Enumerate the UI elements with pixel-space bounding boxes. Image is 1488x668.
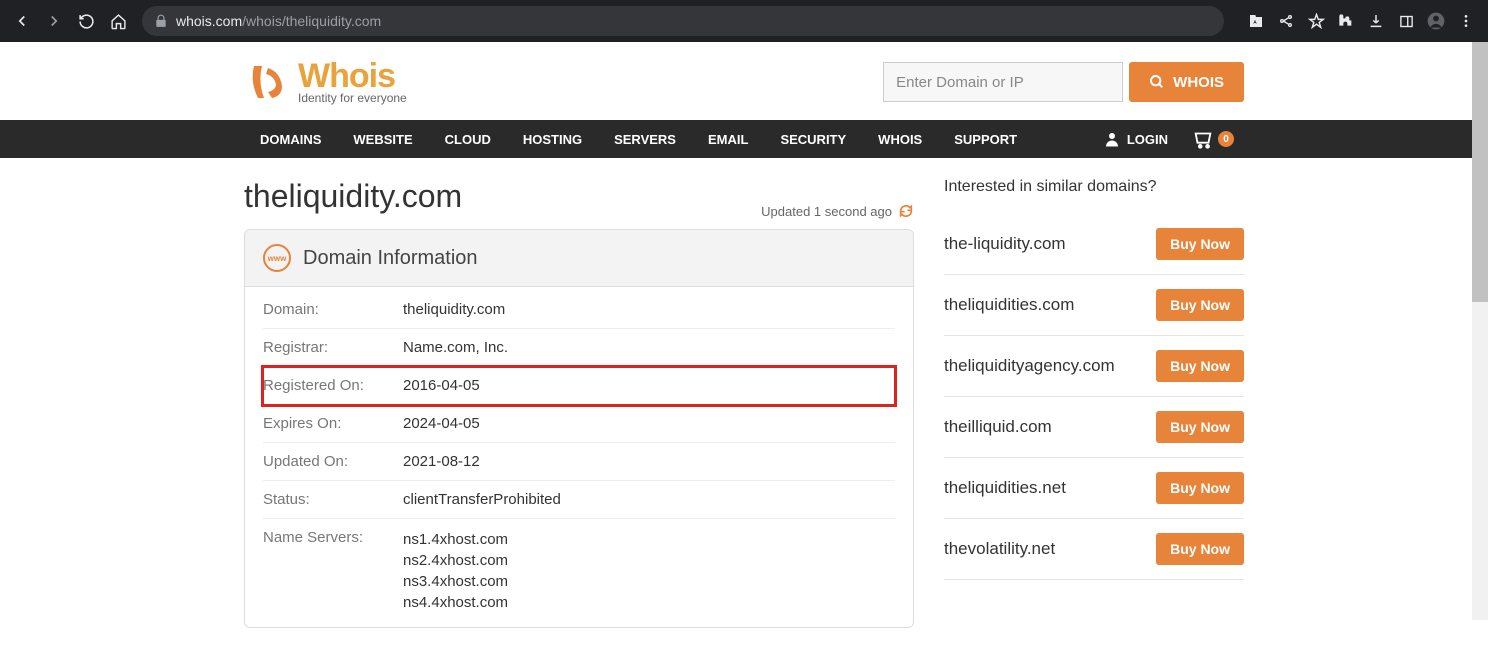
whois-search-button[interactable]: WHOIS [1129, 62, 1244, 102]
scroll-thumb[interactable] [1472, 42, 1488, 302]
cart-button[interactable]: 0 [1182, 128, 1244, 150]
site-header: Whois Identity for everyone WHOIS [244, 42, 1244, 120]
info-label: Updated On: [263, 453, 403, 470]
similar-domain-row: the-liquidity.com Buy Now [944, 214, 1244, 275]
search-input[interactable] [883, 62, 1123, 102]
www-icon: www [263, 244, 291, 272]
info-row: Registered On:2016-04-05 [263, 367, 895, 405]
similar-domain-name: theliquidities.net [944, 478, 1066, 498]
info-value: 2024-04-05 [403, 415, 480, 432]
info-row: Registrar:Name.com, Inc. [263, 329, 895, 367]
info-row: Updated On:2021-08-12 [263, 443, 895, 481]
info-value: ns1.4xhost.comns2.4xhost.comns3.4xhost.c… [403, 529, 508, 613]
lock-icon [154, 14, 168, 28]
url-text: whois.com/whois/theliquidity.com [176, 13, 381, 29]
info-row: Status:clientTransferProhibited [263, 481, 895, 519]
nav-cloud[interactable]: CLOUD [429, 120, 507, 158]
info-value: clientTransferProhibited [403, 491, 561, 508]
share-icon[interactable] [1272, 7, 1300, 35]
person-icon [1103, 130, 1121, 148]
info-label: Registrar: [263, 339, 403, 356]
similar-domain-name: theilliquid.com [944, 417, 1052, 437]
info-row: Expires On:2024-04-05 [263, 405, 895, 443]
cart-badge: 0 [1218, 131, 1234, 147]
info-label: Expires On: [263, 415, 403, 432]
translate-icon[interactable] [1242, 7, 1270, 35]
menu-icon[interactable] [1452, 7, 1480, 35]
whois-button-label: WHOIS [1173, 74, 1224, 91]
download-icon[interactable] [1362, 7, 1390, 35]
bookmark-icon[interactable] [1302, 7, 1330, 35]
nav-website[interactable]: WEBSITE [337, 120, 428, 158]
info-label: Registered On: [263, 377, 403, 394]
info-value: theliquidity.com [403, 301, 505, 318]
nav-servers[interactable]: SERVERS [598, 120, 692, 158]
logo-icon [244, 58, 292, 106]
domain-title: theliquidity.com [244, 178, 462, 215]
home-button[interactable] [104, 7, 132, 35]
similar-domain-row: theliquidities.net Buy Now [944, 458, 1244, 519]
buy-now-button[interactable]: Buy Now [1156, 350, 1244, 382]
updated-text: Updated 1 second ago [761, 203, 914, 219]
similar-domain-name: thevolatility.net [944, 539, 1055, 559]
buy-now-button[interactable]: Buy Now [1156, 289, 1244, 321]
login-label: LOGIN [1127, 132, 1168, 147]
buy-now-button[interactable]: Buy Now [1156, 228, 1244, 260]
scrollbar[interactable] [1472, 42, 1488, 620]
info-value: Name.com, Inc. [403, 339, 508, 356]
nav-domains[interactable]: DOMAINS [244, 120, 337, 158]
back-button[interactable] [8, 7, 36, 35]
browser-toolbar: whois.com/whois/theliquidity.com [0, 0, 1488, 42]
similar-domain-name: theliquidities.com [944, 295, 1074, 315]
cart-icon [1192, 128, 1214, 150]
similar-domain-row: thevolatility.net Buy Now [944, 519, 1244, 580]
info-header-title: Domain Information [303, 247, 478, 270]
similar-domain-name: the-liquidity.com [944, 234, 1066, 254]
similar-domain-row: theilliquid.com Buy Now [944, 397, 1244, 458]
nav-security[interactable]: SECURITY [764, 120, 862, 158]
extensions-icon[interactable] [1332, 7, 1360, 35]
search-group: WHOIS [883, 62, 1244, 102]
info-header: www Domain Information [245, 230, 913, 287]
nav-support[interactable]: SUPPORT [938, 120, 1033, 158]
domain-info-card: www Domain Information Domain:theliquidi… [244, 229, 914, 628]
nav-whois[interactable]: WHOIS [862, 120, 938, 158]
info-label: Name Servers: [263, 529, 403, 613]
logo-tagline: Identity for everyone [298, 91, 407, 105]
main-nav: DOMAINS WEBSITE CLOUD HOSTING SERVERS EM… [0, 120, 1488, 158]
info-row: Domain:theliquidity.com [263, 291, 895, 329]
info-value: 2016-04-05 [403, 377, 480, 394]
logo-text: Whois [298, 59, 407, 93]
similar-title: Interested in similar domains? [944, 178, 1244, 196]
similar-domain-row: theliquidityagency.com Buy Now [944, 336, 1244, 397]
logo[interactable]: Whois Identity for everyone [244, 58, 407, 106]
info-value: 2021-08-12 [403, 453, 480, 470]
reload-button[interactable] [72, 7, 100, 35]
panel-icon[interactable] [1392, 7, 1420, 35]
forward-button[interactable] [40, 7, 68, 35]
info-label: Status: [263, 491, 403, 508]
buy-now-button[interactable]: Buy Now [1156, 472, 1244, 504]
nav-hosting[interactable]: HOSTING [507, 120, 598, 158]
similar-domain-row: theliquidities.com Buy Now [944, 275, 1244, 336]
address-bar[interactable]: whois.com/whois/theliquidity.com [142, 6, 1224, 36]
buy-now-button[interactable]: Buy Now [1156, 533, 1244, 565]
similar-domain-name: theliquidityagency.com [944, 356, 1115, 376]
login-button[interactable]: LOGIN [1089, 130, 1182, 148]
info-label: Domain: [263, 301, 403, 318]
search-icon [1149, 74, 1165, 90]
refresh-icon[interactable] [898, 203, 914, 219]
info-row-nameservers: Name Servers:ns1.4xhost.comns2.4xhost.co… [263, 519, 895, 623]
profile-icon[interactable] [1422, 7, 1450, 35]
nav-email[interactable]: EMAIL [692, 120, 764, 158]
buy-now-button[interactable]: Buy Now [1156, 411, 1244, 443]
